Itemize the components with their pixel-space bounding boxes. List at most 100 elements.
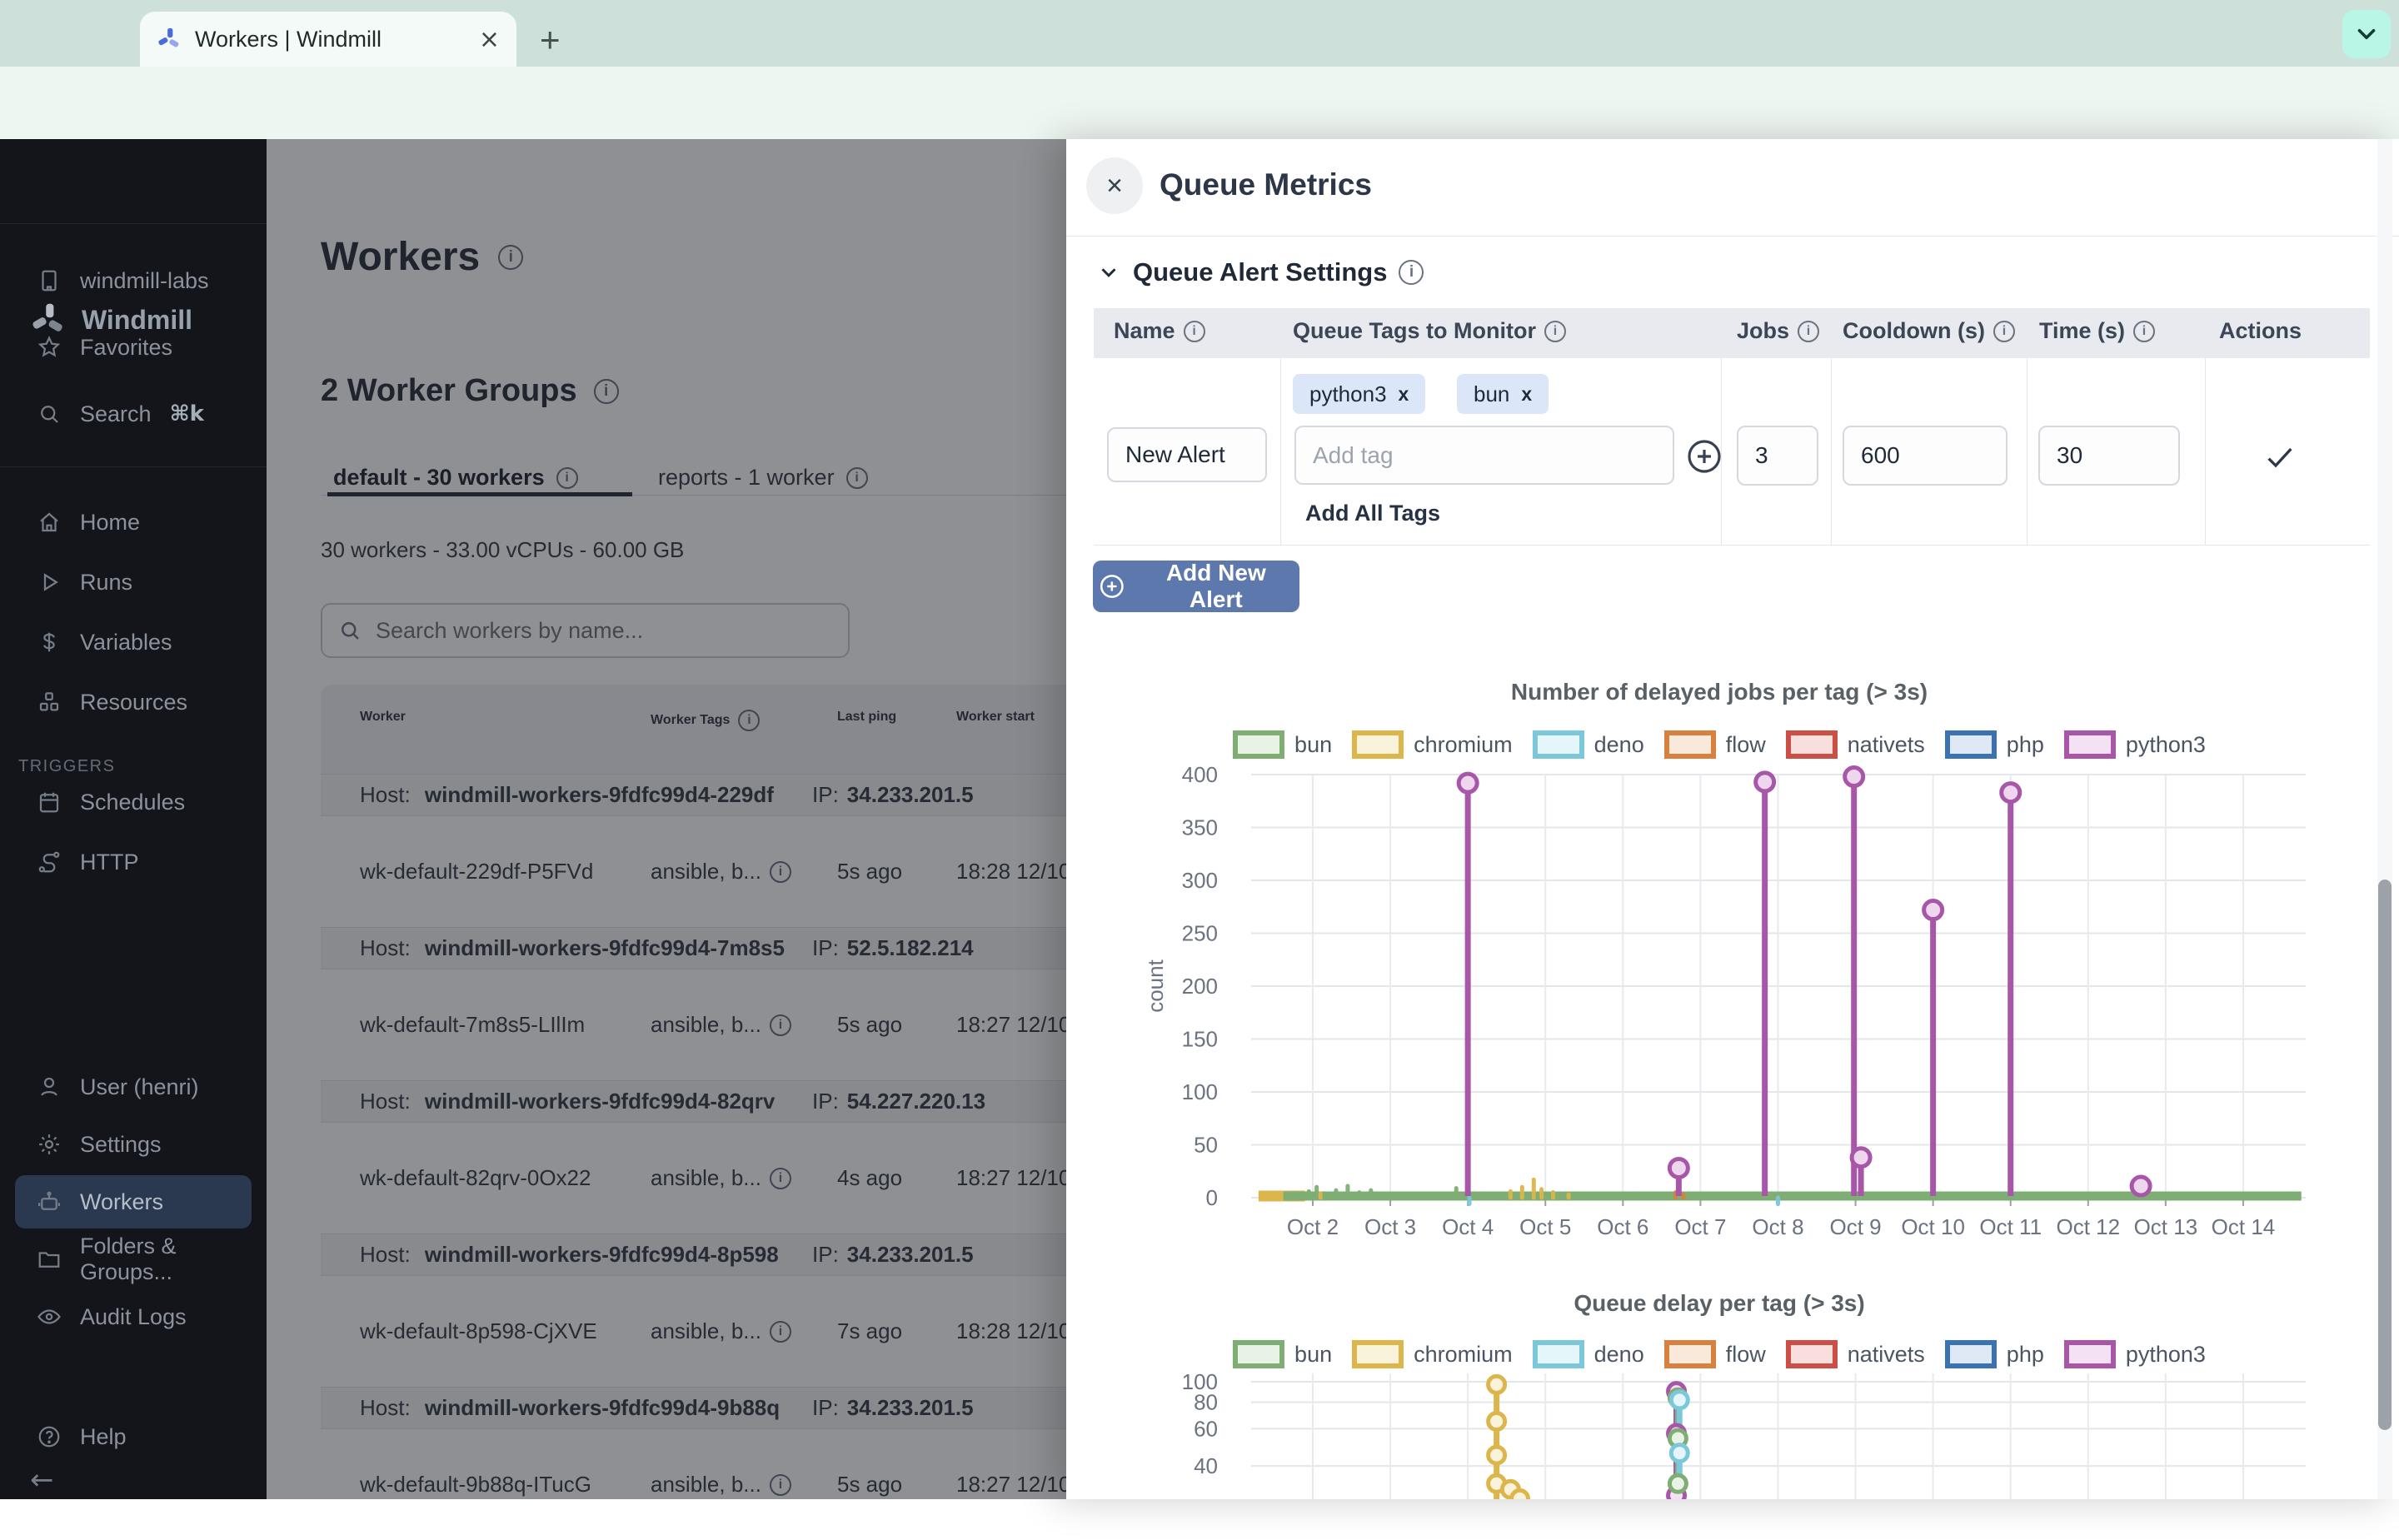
- legend-swatch: [2064, 1340, 2116, 1368]
- add-new-alert-button[interactable]: Add New Alert: [1093, 561, 1299, 612]
- sidebar-item-help[interactable]: Help: [0, 1410, 267, 1463]
- legend-item-deno[interactable]: deno: [1533, 730, 1644, 759]
- tag-pill-python3[interactable]: python3 x: [1293, 374, 1425, 414]
- legend-item-chromium[interactable]: chromium: [1352, 1340, 1513, 1368]
- legend-item-python3[interactable]: python3: [2064, 730, 2206, 759]
- add-all-tags-link[interactable]: Add All Tags: [1305, 501, 1440, 526]
- legend-item-flow[interactable]: flow: [1664, 1340, 1766, 1368]
- remove-tag-icon[interactable]: x: [1521, 383, 1532, 406]
- sidebar-divider: [0, 466, 267, 467]
- legend-item-python3[interactable]: python3: [2064, 1340, 2206, 1368]
- sidebar: Windmill windmill-labsFavoritesSearch⌘k …: [0, 139, 267, 1499]
- svg-text:400: 400: [1182, 762, 1218, 787]
- legend-label: python3: [2126, 732, 2206, 758]
- sidebar-item-settings[interactable]: Settings: [0, 1118, 267, 1171]
- column-divider: [1831, 358, 1832, 545]
- sidebar-item-label: Audit Logs: [80, 1304, 187, 1330]
- sidebar-item-label: Folders & Groups...: [80, 1233, 267, 1285]
- sidebar-item-label: HTTP: [80, 850, 139, 875]
- drawer-backdrop[interactable]: [267, 139, 1066, 1499]
- legend-label: nativets: [1848, 732, 1925, 758]
- tag-label: python3: [1309, 381, 1387, 407]
- legend-item-chromium[interactable]: chromium: [1352, 730, 1513, 759]
- time-input[interactable]: [2038, 426, 2180, 486]
- legend-item-deno[interactable]: deno: [1533, 1340, 1644, 1368]
- sidebar-item-runs[interactable]: Runs: [0, 552, 267, 612]
- route-icon: [37, 850, 62, 875]
- chart2-legend: bun chromium deno flow nativets php python3: [1066, 1340, 2372, 1368]
- alert-column-header-time-s: Time (s): [2039, 318, 2155, 344]
- svg-text:100: 100: [1182, 1369, 1218, 1394]
- svg-text:Oct 8: Oct 8: [1752, 1214, 1803, 1239]
- browser-tab[interactable]: Workers | Windmill ×: [140, 12, 516, 67]
- legend-label: flow: [1726, 1342, 1766, 1368]
- sidebar-item-label: Favorites: [80, 335, 172, 361]
- svg-text:Oct 5: Oct 5: [1519, 1214, 1571, 1239]
- collapse-chevron-icon[interactable]: [1096, 260, 1121, 285]
- shortcut-badge: ⌘k: [170, 401, 204, 426]
- tag-label: bun: [1474, 381, 1509, 407]
- legend-item-php[interactable]: php: [1945, 730, 2044, 759]
- new-tab-button[interactable]: +: [540, 25, 561, 55]
- add-new-alert-label: Add New Alert: [1138, 560, 1294, 613]
- cooldown-input[interactable]: [1843, 426, 2007, 486]
- close-icon[interactable]: [1086, 157, 1143, 214]
- sidebar-item-folders-groups[interactable]: Folders & Groups...: [0, 1233, 267, 1286]
- info-icon[interactable]: [1184, 321, 1205, 342]
- sidebar-item-audit-logs[interactable]: Audit Logs: [0, 1290, 267, 1343]
- sidebar-item-search[interactable]: Search⌘k: [0, 381, 267, 447]
- svg-text:Oct 14: Oct 14: [2212, 1214, 2276, 1239]
- info-icon[interactable]: [1399, 260, 1424, 285]
- circle-plus-icon: [1098, 572, 1126, 601]
- sidebar-item-variables[interactable]: Variables: [0, 612, 267, 672]
- legend-swatch: [1664, 1340, 1716, 1368]
- legend-item-bun[interactable]: bun: [1233, 1340, 1332, 1368]
- legend-swatch: [1533, 1340, 1584, 1368]
- sidebar-item-schedules[interactable]: Schedules: [0, 772, 267, 832]
- building-icon: [37, 268, 62, 293]
- sidebar-item-workers[interactable]: Workers: [15, 1175, 252, 1229]
- legend-swatch: [1945, 730, 1997, 759]
- tag-pill-bun[interactable]: bunx: [1457, 374, 1549, 414]
- queue-metrics-drawer: Queue Metrics Queue Alert Settings NameQ…: [1066, 139, 2399, 1499]
- info-icon[interactable]: [1798, 321, 1819, 342]
- svg-text:150: 150: [1182, 1027, 1218, 1052]
- drawer-divider: [1066, 236, 2399, 237]
- sidebar-item-user-henri[interactable]: User (henri): [0, 1060, 267, 1114]
- sidebar-item-resources[interactable]: Resources: [0, 672, 267, 732]
- info-icon[interactable]: [2133, 321, 2155, 342]
- legend-swatch: [1945, 1340, 1997, 1368]
- legend-item-nativets[interactable]: nativets: [1786, 730, 1925, 759]
- gear-icon: [37, 1132, 62, 1157]
- drawer-scrollbar-thumb[interactable]: [2378, 880, 2392, 1430]
- alert-name-input[interactable]: [1107, 427, 1267, 482]
- legend-item-bun[interactable]: bun: [1233, 730, 1332, 759]
- sidebar-item-http[interactable]: HTTP: [0, 832, 267, 892]
- legend-item-php[interactable]: php: [1945, 1340, 2044, 1368]
- search-icon: [37, 401, 62, 426]
- sidebar-item-favorites[interactable]: Favorites: [0, 314, 267, 381]
- window-chevron-button[interactable]: [2342, 10, 2391, 58]
- legend-swatch: [1233, 1340, 1284, 1368]
- legend-item-nativets[interactable]: nativets: [1786, 1340, 1925, 1368]
- legend-item-flow[interactable]: flow: [1664, 730, 1766, 759]
- sidebar-item-label: Schedules: [80, 790, 185, 815]
- jobs-input[interactable]: [1737, 426, 1818, 486]
- legend-label: flow: [1726, 732, 1766, 758]
- add-tag-plus-icon[interactable]: [1684, 436, 1724, 476]
- info-icon[interactable]: [1544, 321, 1566, 342]
- remove-tag-icon[interactable]: x: [1399, 383, 1409, 406]
- add-tag-input[interactable]: [1294, 426, 1674, 485]
- confirm-check-icon[interactable]: [2263, 441, 2297, 474]
- sidebar-item-home[interactable]: Home: [0, 492, 267, 552]
- svg-text:Oct 4: Oct 4: [1442, 1214, 1494, 1239]
- sidebar-item-windmill-labs[interactable]: windmill-labs: [0, 247, 267, 314]
- tab-close-icon[interactable]: ×: [479, 25, 500, 54]
- section-title: Queue Alert Settings: [1133, 257, 1387, 287]
- collapse-sidebar-icon[interactable]: ←: [30, 1463, 54, 1497]
- cubes-icon: [37, 690, 62, 715]
- alert-column-header-name: Name: [1114, 318, 1205, 344]
- browser-addressbar: ← → ↻ app.windmill.dev/workers: [0, 67, 2399, 140]
- chart1-legend: bun chromium deno flow nativets php python3: [1066, 730, 2372, 759]
- info-icon[interactable]: [1993, 321, 2015, 342]
